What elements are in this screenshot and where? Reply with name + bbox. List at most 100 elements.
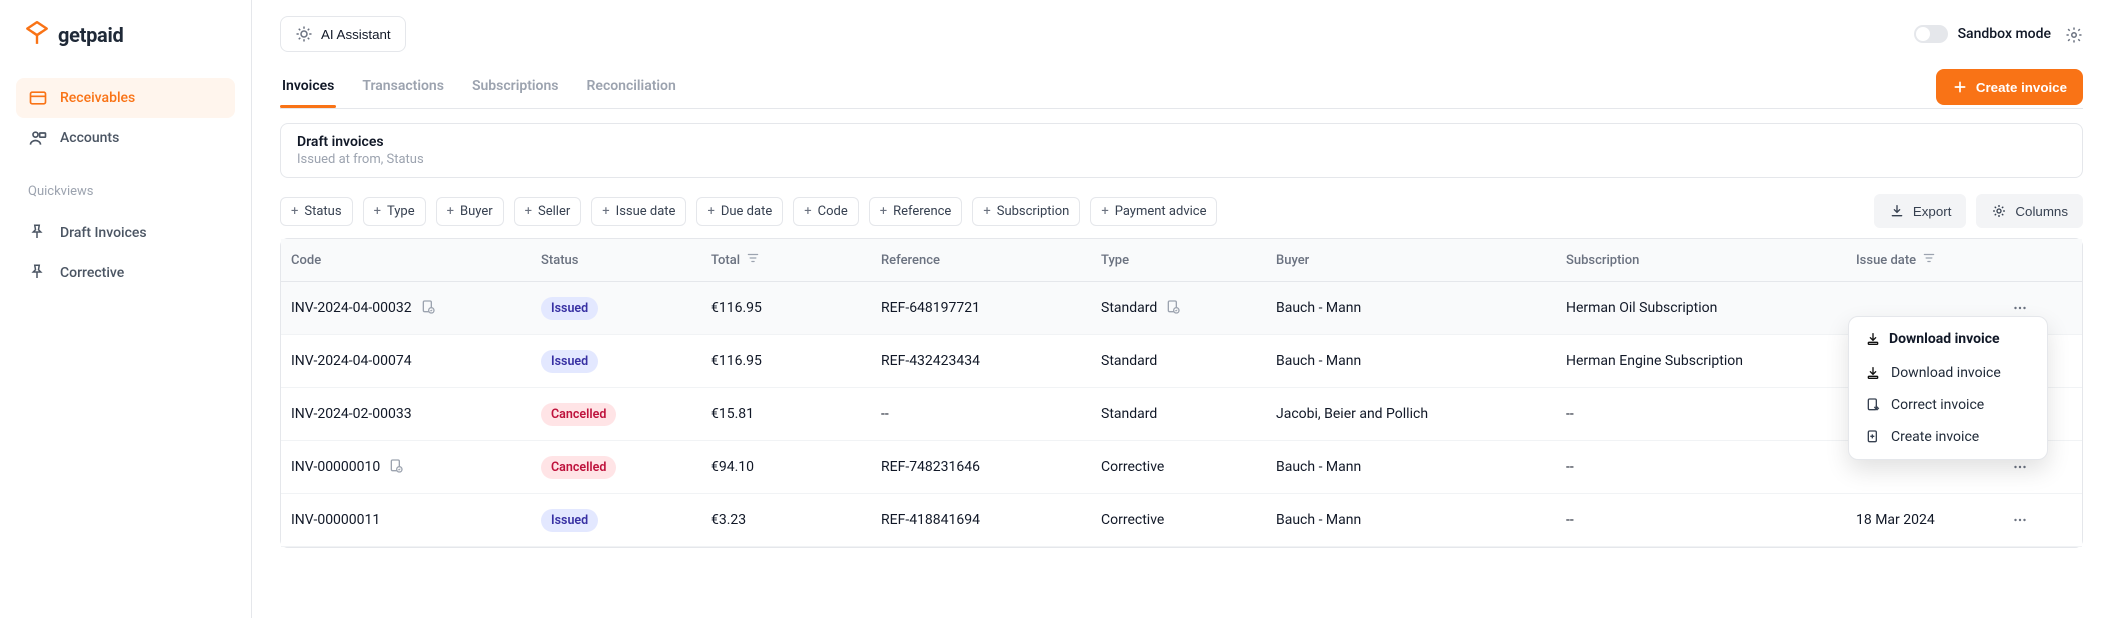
filter-icon xyxy=(1922,251,1940,269)
th-issue-date[interactable]: Issue date xyxy=(1846,239,1996,281)
saved-filter-title: Draft invoices xyxy=(297,134,2066,150)
status-badge: Issued xyxy=(541,350,598,373)
plus-icon: + xyxy=(602,204,609,219)
cell-buyer: Bauch - Mann xyxy=(1266,341,1556,381)
filter-chip-due-date[interactable]: +Due date xyxy=(696,197,783,226)
cell-reference: REF-748231646 xyxy=(871,447,1091,487)
table-row[interactable]: INV-2024-04-00074Issued€116.95REF-432423… xyxy=(281,335,2082,388)
sparkle-icon xyxy=(295,25,313,43)
filter-chip-payment-advice[interactable]: +Payment advice xyxy=(1090,197,1217,226)
tab-transactions[interactable]: Transactions xyxy=(360,66,446,108)
sandbox-toggle[interactable] xyxy=(1914,25,1948,43)
plus-icon: + xyxy=(291,204,298,219)
cell-subscription: Herman Engine Subscription xyxy=(1556,341,1846,381)
cell-status: Cancelled xyxy=(531,444,701,491)
cell-buyer: Bauch - Mann xyxy=(1266,500,1556,540)
status-badge: Cancelled xyxy=(541,403,616,426)
cell-reference: REF-432423434 xyxy=(871,341,1091,381)
cell-reference: REF-648197721 xyxy=(871,288,1091,328)
cell-reference: -- xyxy=(871,394,1091,434)
ai-assistant-button[interactable]: AI Assistant xyxy=(280,16,406,52)
filter-chip-buyer[interactable]: +Buyer xyxy=(436,197,504,226)
quickview-draft-invoices[interactable]: Draft Invoices xyxy=(16,213,235,253)
columns-label: Columns xyxy=(2015,204,2068,219)
tab-invoices[interactable]: Invoices xyxy=(280,66,336,108)
filter-chip-subscription[interactable]: +Subscription xyxy=(972,197,1080,226)
sidebar-item-label: Receivables xyxy=(60,90,135,106)
filter-chip-seller[interactable]: + Seller xyxy=(514,197,582,226)
th-type[interactable]: Type xyxy=(1091,241,1266,280)
sidebar: getpaid Receivables Accounts Quickviews … xyxy=(0,0,252,618)
cell-actions: Download invoiceDownload invoiceCorrect … xyxy=(1996,282,2056,334)
sidebar-item-label: Accounts xyxy=(60,130,119,146)
filter-chips: +Status+Type+Buyer+Seller+Issue date+Due… xyxy=(280,197,1217,226)
table-row[interactable]: INV-00000010Cancelled€94.10REF-748231646… xyxy=(281,441,2082,494)
dropdown-create-invoice[interactable]: Create invoice xyxy=(1855,421,2041,453)
pin-icon xyxy=(28,223,48,243)
cell-status: Cancelled xyxy=(531,391,701,438)
cell-type: Standard xyxy=(1091,394,1266,434)
row-actions-menu: Download invoiceDownload invoiceCorrect … xyxy=(1848,316,2048,460)
correct-icon xyxy=(1865,397,1881,413)
create-invoice-button[interactable]: Create invoice xyxy=(1936,69,2083,105)
table-header: Code Status Total Reference Type Buyer S… xyxy=(281,239,2082,282)
dropdown-download-invoice[interactable]: Download invoice xyxy=(1855,357,2041,389)
tabs: Invoices Transactions Subscriptions Reco… xyxy=(280,66,678,108)
table-row[interactable]: INV-2024-04-00032Issued€116.95REF-648197… xyxy=(281,282,2082,335)
table-row[interactable]: INV-2024-02-00033Cancelled€15.81--Standa… xyxy=(281,388,2082,441)
settings-icon[interactable] xyxy=(2065,25,2083,43)
plus-icon xyxy=(1952,79,1968,95)
saved-filter-card[interactable]: Draft invoices Issued at from, Status xyxy=(280,123,2083,178)
cell-buyer: Bauch - Mann xyxy=(1266,288,1556,328)
row-more-button[interactable] xyxy=(2006,506,2034,534)
cell-total: €3.23 xyxy=(701,500,871,540)
topbar: AI Assistant Sandbox mode xyxy=(252,0,2111,66)
create-invoice-label: Create invoice xyxy=(1976,80,2067,95)
quickview-label: Corrective xyxy=(60,265,124,281)
quickviews-heading: Quickviews xyxy=(0,166,251,205)
doc-check-icon xyxy=(388,458,406,476)
th-total[interactable]: Total xyxy=(701,239,871,281)
table-row[interactable]: INV-00000011Issued€3.23REF-418841694Corr… xyxy=(281,494,2082,547)
filter-chip-issue-date[interactable]: +Issue date xyxy=(591,197,686,226)
filter-chip-type[interactable]: + Type xyxy=(363,197,426,226)
th-reference[interactable]: Reference xyxy=(871,241,1091,280)
tab-subscriptions[interactable]: Subscriptions xyxy=(470,66,561,108)
dropdown-header[interactable]: Download invoice xyxy=(1855,323,2041,357)
accounts-icon xyxy=(28,128,48,148)
plus-icon: + xyxy=(525,204,532,219)
filter-chip-status[interactable]: + Status xyxy=(280,197,353,226)
chip-label: Seller xyxy=(538,204,570,219)
chip-label: Status xyxy=(304,204,341,219)
plus-icon: + xyxy=(804,204,811,219)
plus-icon: + xyxy=(374,204,381,219)
doc-check-icon xyxy=(1165,299,1183,317)
plus-icon: + xyxy=(1101,204,1108,219)
columns-button[interactable]: Columns xyxy=(1976,194,2083,228)
cell-actions xyxy=(1996,494,2056,546)
th-code[interactable]: Code xyxy=(281,241,531,280)
th-buyer[interactable]: Buyer xyxy=(1266,241,1556,280)
chip-label: Buyer xyxy=(460,204,493,219)
chip-label: Type xyxy=(387,204,415,219)
dropdown-correct-invoice[interactable]: Correct invoice xyxy=(1855,389,2041,421)
tab-reconciliation[interactable]: Reconciliation xyxy=(585,66,678,108)
quickview-label: Draft Invoices xyxy=(60,225,147,241)
columns-icon xyxy=(1991,203,2007,219)
sidebar-item-receivables[interactable]: Receivables xyxy=(16,78,235,118)
th-subscription[interactable]: Subscription xyxy=(1556,241,1846,280)
filter-chip-reference[interactable]: +Reference xyxy=(869,197,963,226)
export-button[interactable]: Export xyxy=(1874,194,1967,228)
tab-label: Subscriptions xyxy=(472,78,559,94)
filter-chip-code[interactable]: +Code xyxy=(793,197,859,226)
tab-label: Invoices xyxy=(282,78,334,94)
download-icon xyxy=(1865,365,1881,381)
cell-code: INV-00000011 xyxy=(281,500,531,540)
th-status[interactable]: Status xyxy=(531,241,701,280)
receivables-icon xyxy=(28,88,48,108)
download-icon xyxy=(1889,203,1905,219)
tab-label: Transactions xyxy=(362,78,444,94)
sidebar-item-accounts[interactable]: Accounts xyxy=(16,118,235,158)
quickview-corrective[interactable]: Corrective xyxy=(16,253,235,293)
cell-code: INV-00000010 xyxy=(281,446,531,488)
